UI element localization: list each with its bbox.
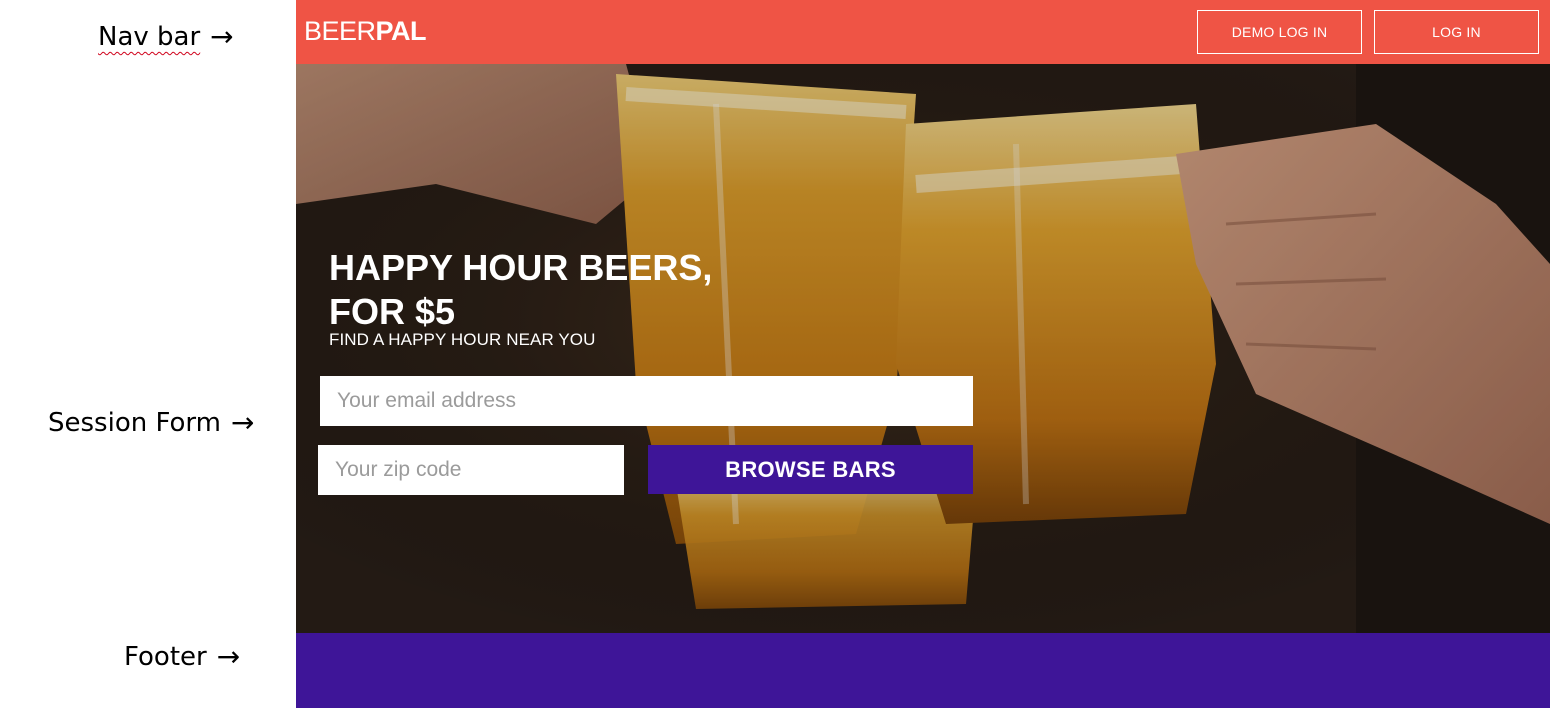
hero-headline-line1: HAPPY HOUR BEERS, xyxy=(329,247,713,288)
nav-bar-annotation-label: Nav bar xyxy=(98,22,201,52)
hero-headline: HAPPY HOUR BEERS, FOR $5 xyxy=(329,246,829,334)
session-form-annotation-label: Session Form xyxy=(48,408,221,438)
arrow-right-icon: → xyxy=(230,406,255,439)
arrow-right-icon: → xyxy=(210,20,234,53)
footer-annotation: Footer → xyxy=(124,642,240,672)
footer xyxy=(296,633,1550,708)
zip-code-field[interactable] xyxy=(318,445,624,495)
logo-text-pal: PAL xyxy=(375,16,427,46)
app-screen: BEERPAL DEMO LOG IN LOG IN HAPPY HOUR BE… xyxy=(296,0,1550,708)
annotation-column: Nav bar → Session Form → Footer → xyxy=(0,0,296,708)
browse-bars-button[interactable]: BROWSE BARS xyxy=(648,445,973,494)
beerpal-logo[interactable]: BEERPAL xyxy=(304,16,427,47)
session-form-annotation: Session Form → xyxy=(48,408,254,438)
nav-bar-annotation: Nav bar → xyxy=(98,22,234,52)
footer-annotation-label: Footer xyxy=(124,642,207,672)
hero-subheadline: FIND A HAPPY HOUR NEAR YOU xyxy=(329,330,596,349)
login-button[interactable]: LOG IN xyxy=(1374,10,1539,54)
nav-bar: BEERPAL DEMO LOG IN LOG IN xyxy=(296,0,1550,64)
hero-headline-line2: FOR $5 xyxy=(329,291,456,332)
demo-login-button[interactable]: DEMO LOG IN xyxy=(1197,10,1362,54)
hero-section: HAPPY HOUR BEERS, FOR $5 FIND A HAPPY HO… xyxy=(296,64,1550,633)
logo-text-beer: BEER xyxy=(304,16,376,46)
email-field[interactable] xyxy=(320,376,973,426)
arrow-right-icon: → xyxy=(216,640,241,673)
